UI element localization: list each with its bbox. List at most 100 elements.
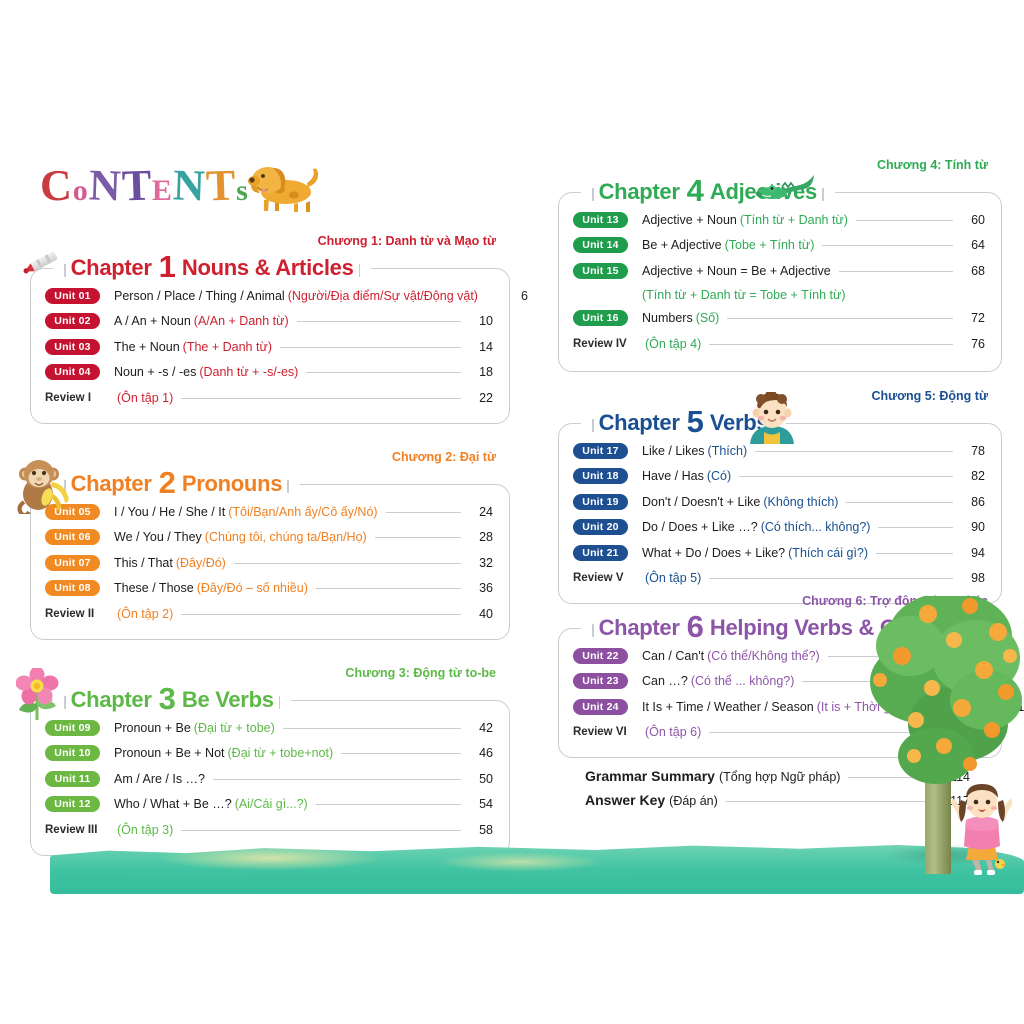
unit-row[interactable]: Unit 10 Pronoun + Be + Not (Đại từ + tobe+… <box>45 741 493 767</box>
unit-row[interactable]: Unit 03 The + Noun (The + Danh từ) 14 <box>45 334 493 360</box>
unit-badge[interactable]: Unit 18 <box>573 468 628 485</box>
unit-row[interactable]: Unit 08 These / Those (Đây/Đó – số nhiều) 3… <box>45 576 493 602</box>
chapter-tick-left <box>64 263 66 277</box>
unit-badge[interactable]: Unit 24 <box>573 698 628 715</box>
chapter-number: 2 <box>158 465 176 500</box>
unit-row[interactable]: Unit 12 Who / What + Be …? (Ai/Cái gì...?)… <box>45 792 493 818</box>
unit-row[interactable]: Unit 14 Be + Adjective (Tobe + Tính từ) 64 <box>573 233 985 259</box>
unit-badge[interactable]: Unit 08 <box>45 580 100 597</box>
extra-en-text: Grammar Summary <box>585 768 715 784</box>
unit-row[interactable]: Unit 16 Numbers (Số) 72 <box>573 306 985 332</box>
unit-vn-text: (Danh từ + -s/-es) <box>199 365 299 380</box>
unit-title: (Ôn tập 3) <box>114 823 173 837</box>
unit-badge[interactable]: Unit 20 <box>573 519 628 536</box>
unit-badge[interactable]: Unit 14 <box>573 237 628 254</box>
unit-badge[interactable]: Unit 04 <box>45 364 100 381</box>
unit-vn-text: (Có) <box>706 469 732 484</box>
chapter-number: 1 <box>158 249 176 284</box>
unit-badge[interactable]: Unit 16 <box>573 310 628 327</box>
unit-badge[interactable]: Unit 07 <box>45 554 100 571</box>
unit-vn-text: (Đây/Đó) <box>175 555 226 570</box>
unit-en-text: Person / Place / Thing / Animal <box>114 288 285 303</box>
unit-badge[interactable]: Unit 06 <box>45 529 100 546</box>
unit-badge[interactable]: Unit 01 <box>45 287 100 304</box>
unit-row[interactable]: Unit 21 What + Do / Does + Like? (Thích cá… <box>573 540 985 566</box>
unit-title: We / You / They (Chúng tôi, chúng ta/Bạn/… <box>114 530 367 544</box>
unit-badge[interactable]: Unit 03 <box>45 338 100 355</box>
chapter-name: Nouns & Articles <box>181 254 354 280</box>
unit-row[interactable]: Unit 06 We / You / They (Chúng tôi, chúng … <box>45 525 493 551</box>
unit-row[interactable]: Unit 13 Adjective + Noun (Tính từ + Danh t… <box>573 207 985 233</box>
unit-title: (Ôn tập 5) <box>642 571 701 585</box>
unit-title: Who / What + Be …? (Ai/Cái gì...?) <box>114 797 308 811</box>
unit-title: This / That (Đây/Đó) <box>114 556 226 570</box>
unit-badge[interactable]: Unit 11 <box>45 770 100 787</box>
leader-line <box>181 829 461 831</box>
unit-badge[interactable]: Unit 15 <box>573 262 628 279</box>
page-number: 10 <box>479 314 493 329</box>
page-number: 46 <box>479 746 493 761</box>
unit-badge[interactable]: Unit 19 <box>573 493 628 510</box>
page-number: 64 <box>971 238 985 253</box>
unit-en-text: What + Do / Does + Like? <box>642 545 786 560</box>
chapter-card-1: Chương 1: Danh từ và Mạo từ Chapter 1 Nouns… <box>30 234 528 424</box>
review-row[interactable]: Review IV (Ôn tập 4) 76 <box>573 331 985 357</box>
unit-en-text: The + Noun <box>114 339 180 354</box>
chapter-vn-title: Chương 2: Đại từ <box>391 450 496 464</box>
leader-line <box>213 778 461 780</box>
unit-row[interactable]: Unit 07 This / That (Đây/Đó) 32 <box>45 550 493 576</box>
review-row[interactable]: Review V (Ôn tập 5) 98 <box>573 566 985 592</box>
unit-vn-text: (Ôn tập 1) <box>117 390 174 405</box>
unit-title: These / Those (Đây/Đó – số nhiều) <box>114 581 308 595</box>
unit-badge[interactable]: Unit 22 <box>573 647 628 664</box>
page-number: 94 <box>971 545 985 560</box>
chapter-tick-right <box>358 263 361 277</box>
leader-line <box>878 526 953 529</box>
unit-badge[interactable]: Unit 21 <box>573 544 628 561</box>
unit-row[interactable]: Unit 20 Do / Does + Like …? (Có thích... k… <box>573 515 985 541</box>
unit-badge[interactable]: Unit 12 <box>45 796 100 813</box>
leader-line <box>296 320 461 323</box>
page-number: 98 <box>971 571 985 586</box>
leader-line <box>739 475 953 478</box>
unit-vn-text: (Đây/Đó – số nhiều) <box>196 581 308 596</box>
review-row[interactable]: Review III (Ôn tập 3) 58 <box>45 817 493 843</box>
unit-row[interactable]: Unit 04 Noun + -s / -es (Danh từ + -s/-es)… <box>45 360 493 386</box>
unit-title: Noun + -s / -es (Danh từ + -s/-es) <box>114 365 298 379</box>
unit-en-text: Who / What + Be …? <box>114 797 232 812</box>
unit-row[interactable]: Unit 09 Pronoun + Be (Đại từ + tobe) 42 <box>45 715 493 741</box>
unit-row[interactable]: Unit 02 A / An + Noun (A/An + Danh từ) 10 <box>45 309 493 335</box>
extra-vn-text: (Tổng hợp Ngữ pháp) <box>718 770 841 784</box>
review-row[interactable]: Review II (Ôn tập 2) 40 <box>45 601 493 627</box>
page-number: 78 <box>971 443 985 458</box>
unit-row[interactable]: Unit 18 Have / Has (Có) 82 <box>573 464 985 490</box>
chapter-heading: Chapter 3 Be Verbs <box>53 683 292 714</box>
leader-line <box>725 800 938 802</box>
unit-badge[interactable]: Unit 02 <box>45 313 100 330</box>
review-row[interactable]: Review I (Ôn tập 1) 22 <box>45 385 493 411</box>
unit-en-text: Adjective + Noun <box>642 212 737 227</box>
chapter-heading: Chapter 1 Nouns & Articles <box>53 249 372 284</box>
unit-badge[interactable]: Unit 17 <box>573 442 628 459</box>
unit-vn-text: (A/An + Danh từ) <box>193 314 289 329</box>
unit-row[interactable]: Unit 19 Don't / Doesn't + Like (Không thíc… <box>573 489 985 515</box>
unit-en-text: It Is + Time / Weather / Season <box>642 699 814 714</box>
page-number: 28 <box>479 530 493 545</box>
monkey-icon <box>17 460 69 514</box>
unit-badge[interactable]: Unit 10 <box>45 745 100 762</box>
unit-row[interactable]: Unit 05 I / You / He / She / It (Tôi/Bạn/A… <box>45 499 493 525</box>
page-number: 14 <box>479 339 493 354</box>
unit-en-text: Have / Has <box>642 469 704 484</box>
unit-title: Have / Has (Có) <box>642 469 731 483</box>
leader-line <box>385 511 461 513</box>
unit-badge[interactable]: Unit 13 <box>573 211 628 228</box>
unit-vn-text: (Tính từ + Danh từ) <box>739 212 848 227</box>
unit-badge[interactable]: Unit 23 <box>573 673 628 690</box>
unit-title: A / An + Noun (A/An + Danh từ) <box>114 314 289 328</box>
unit-row[interactable]: Unit 11 Am / Are / Is …? 50 <box>45 766 493 792</box>
title-letter-1: o <box>72 174 89 207</box>
unit-en-text: Do / Does + Like …? <box>642 520 758 535</box>
unit-row[interactable]: Unit 01 Person / Place / Thing / Animal (N… <box>45 283 528 309</box>
unit-title: (Ôn tập 6) <box>642 725 701 739</box>
unit-row[interactable]: Unit 15 Adjective + Noun = Be + Adjective… <box>573 258 985 284</box>
